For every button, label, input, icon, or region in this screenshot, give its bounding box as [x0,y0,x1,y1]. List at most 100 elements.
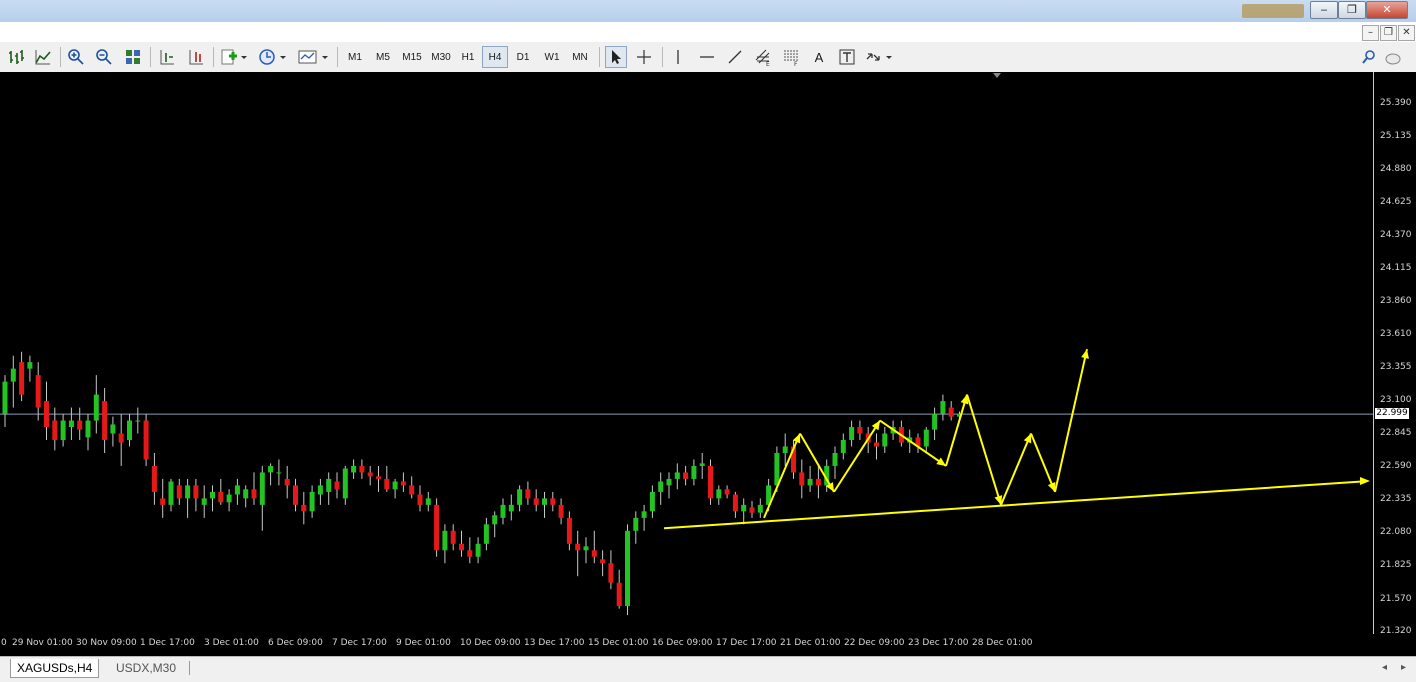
price-axis-label: 23.100 [1380,395,1412,406]
timeframe-m30[interactable]: M30 [428,46,454,68]
candle-body [102,401,108,440]
timeframe-h4[interactable]: H4 [482,46,508,68]
candle-body [185,485,191,499]
candle-body [127,420,132,440]
candle-body [293,485,298,505]
candle-body [226,494,232,503]
candle-body [276,472,282,474]
candle-body [268,465,274,473]
trendline-arrowhead [1360,477,1370,486]
minimize-window-button[interactable]: ‒ [1310,1,1338,19]
templates-icon[interactable] [296,46,330,68]
candle-body [923,429,929,447]
candle-body [550,498,556,505]
candle-body [815,478,821,486]
candle-body [417,494,423,505]
time-axis-label: 22 Dec 09:00 [844,638,905,648]
candle-body [948,407,954,417]
candle-body [442,530,448,551]
price-axis-label: 22.335 [1380,494,1412,505]
timeframe-h1[interactable]: H1 [457,46,479,68]
tab-usdx-m30[interactable]: USDX,M30 [110,659,182,677]
zoom-out-icon[interactable] [93,46,115,68]
candle-body [882,433,888,447]
timeframe-m15[interactable]: M15 [399,46,425,68]
candle-body [483,524,489,544]
equidistant-channel-icon[interactable]: E [752,46,774,68]
crosshair-icon[interactable] [633,46,655,68]
price-axis-label: 22.080 [1380,527,1412,538]
candle-body [533,498,539,505]
candle-body [85,420,91,438]
time-axis-label: 15 Dec 01:00 [588,638,649,648]
timeframe-w1[interactable]: W1 [540,46,564,68]
candle-body [27,362,33,369]
svg-text:F: F [794,61,798,66]
scroll-right-arrow-icon[interactable]: ▸ [1395,659,1412,677]
candle-body [201,498,207,505]
timeframe-m1[interactable]: M1 [343,46,367,68]
candle-body [799,472,805,486]
candle-body [434,504,440,551]
tab-xagusd-h4[interactable]: XAGUSDs,H4 [10,659,100,678]
chart-shift-icon[interactable] [185,46,207,68]
candle-body [492,515,498,525]
time-axis-label: 9 Dec 01:00 [396,638,451,648]
bar-chart-icon[interactable] [5,46,27,68]
indicators-icon[interactable] [219,46,249,68]
candle-body [160,498,166,505]
tile-windows-icon[interactable] [122,46,144,68]
candle-body [35,375,41,408]
fibonacci-retracement-icon[interactable]: F [780,46,802,68]
candle-body [251,489,257,499]
candle-body [284,478,290,486]
time-axis-label: 29 Nov 01:00 [12,638,73,648]
candle-body [450,530,456,544]
chart-window[interactable]: 25.390 25.135 24.880 24.625 24.370 24.115 23.8… [0,72,1416,656]
time-axis-label: 30 Nov 09:00 [76,638,137,648]
vertical-line-icon[interactable] [667,46,689,68]
zigzag-arrow-segment [1030,433,1056,493]
price-axis-label: 24.880 [1380,164,1412,175]
candle-body [874,442,879,447]
arrows-icon[interactable] [864,46,896,68]
horizontal-line-icon[interactable] [696,46,718,68]
cursor-icon[interactable] [605,46,627,68]
line-chart-icon[interactable] [32,46,54,68]
candle-body [210,491,215,499]
trendline-icon[interactable] [724,46,746,68]
timeframe-mn[interactable]: MN [567,46,593,68]
candle-body [575,543,581,551]
chat-bubble-icon[interactable] [1384,46,1406,68]
candle-body [558,504,564,518]
candle-body [176,485,182,499]
zigzag-arrowhead [871,420,880,431]
autoscroll-icon[interactable] [156,46,178,68]
zoom-in-icon[interactable] [65,46,87,68]
time-axis-label: 1 Dec 17:00 [140,638,195,648]
candle-body [475,543,481,557]
price-chart[interactable] [0,72,1416,656]
mdi-close-button[interactable]: ✕ [1398,25,1415,41]
search-icon[interactable] [1360,46,1378,68]
scroll-left-arrow-icon[interactable]: ◂ [1376,659,1393,677]
timeframe-d1[interactable]: D1 [512,46,534,68]
mdi-minimize-button[interactable]: – [1362,25,1379,41]
close-window-button[interactable]: ✕ [1366,1,1408,19]
time-axis-label: 10 Dec 09:00 [460,638,521,648]
mdi-restore-button[interactable]: ❐ [1380,25,1397,41]
zigzag-arrow-segment [763,433,801,519]
zigzag-arrow-segment [833,419,881,493]
price-axis-label: 21.825 [1380,560,1412,571]
timeframe-m5[interactable]: M5 [371,46,395,68]
candle-body [600,559,606,564]
candle-body [19,362,25,395]
candle-body [218,491,224,503]
price-axis-label: 24.625 [1380,197,1412,208]
text-tool-icon[interactable]: A [808,46,830,68]
periods-clock-icon[interactable] [257,46,289,68]
candle-body [193,485,199,499]
text-label-icon[interactable] [836,46,858,68]
price-axis-divider [1373,72,1374,634]
restore-window-button[interactable]: ❐ [1338,1,1366,19]
